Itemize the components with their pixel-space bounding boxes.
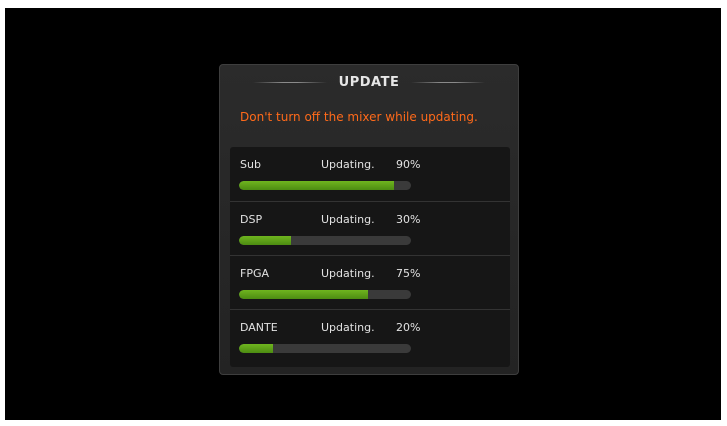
module-percent: 75% (396, 267, 421, 280)
update-row-dante: DANTE Updating. 20% (230, 309, 510, 364)
title-divider-left (252, 81, 327, 83)
progress-bar-fill (239, 236, 291, 245)
update-progress-list: Sub Updating. 90% DSP Updating. 30% FPGA… (230, 147, 510, 367)
progress-bar-track (239, 181, 411, 190)
module-name: DANTE (240, 321, 278, 334)
update-row-dsp: DSP Updating. 30% (230, 201, 510, 256)
module-percent: 20% (396, 321, 421, 334)
module-name: FPGA (240, 267, 270, 280)
module-percent: 90% (396, 158, 421, 171)
dialog-title: UPDATE (338, 74, 400, 90)
update-row-sub: Sub Updating. 90% (230, 147, 510, 201)
module-name: DSP (240, 213, 263, 226)
progress-bar-track (239, 236, 411, 245)
warning-message: Don't turn off the mixer while updating. (240, 110, 478, 124)
dialog-header: UPDATE (220, 72, 518, 92)
progress-bar-fill (239, 181, 394, 190)
update-row-fpga: FPGA Updating. 75% (230, 255, 510, 310)
mixer-screen: UPDATE Don't turn off the mixer while up… (5, 8, 721, 420)
progress-bar-track (239, 290, 411, 299)
update-dialog: UPDATE Don't turn off the mixer while up… (219, 64, 519, 375)
progress-bar-track (239, 344, 411, 353)
title-divider-right (411, 81, 486, 83)
progress-bar-fill (239, 344, 274, 353)
module-status: Updating. (321, 267, 375, 280)
module-status: Updating. (321, 321, 375, 334)
module-percent: 30% (396, 213, 421, 226)
module-status: Updating. (321, 213, 375, 226)
module-name: Sub (240, 158, 261, 171)
progress-bar-fill (239, 290, 368, 299)
module-status: Updating. (321, 158, 375, 171)
